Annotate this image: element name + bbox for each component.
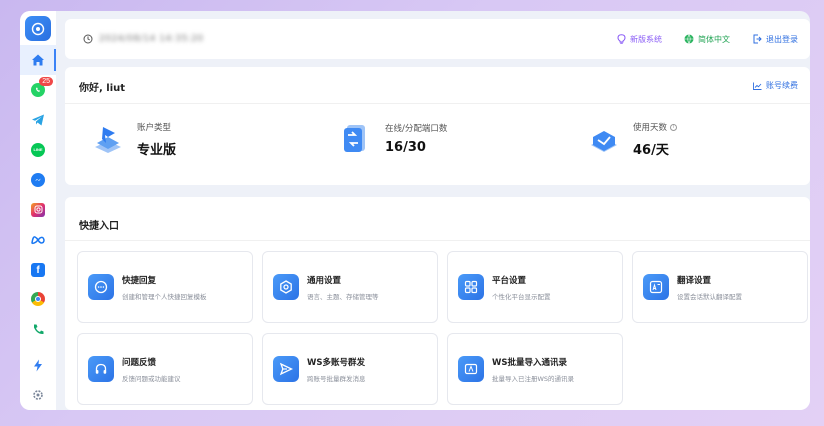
translate-icon — [643, 274, 669, 300]
phone-icon — [33, 324, 43, 334]
line-icon: LINE — [31, 142, 45, 157]
telegram-icon — [32, 114, 44, 126]
sidebar-item-line[interactable]: LINE — [20, 135, 56, 165]
new-system-label: 新版系统 — [630, 34, 662, 44]
card-title: 通用设置 — [307, 275, 342, 286]
sidebar-item-chrome[interactable] — [20, 284, 56, 314]
headphones-icon — [88, 356, 114, 382]
card-title: WS批量导入通讯录 — [492, 357, 567, 368]
sidebar-item-meta[interactable] — [20, 225, 56, 255]
current-time: 2024/08/14 14:35:20 — [99, 34, 204, 44]
card-desc: 批量导入已注册WS的通讯录 — [492, 374, 575, 383]
translate-settings-card[interactable]: 翻译设置 设置会话默认翻译配置 — [632, 251, 808, 323]
usage-days-icon — [591, 130, 617, 152]
general-settings-card[interactable]: 通用设置 语言、主题、存储管理等 — [262, 251, 438, 323]
card-desc: 创建和管理个人快捷回复模板 — [122, 292, 207, 301]
sidebar-item-instagram[interactable] — [20, 195, 56, 225]
stat-account-type: 账户类型 专业版 — [91, 121, 176, 158]
instagram-icon — [31, 202, 45, 217]
account-renew-link[interactable]: 账号续费 — [753, 80, 798, 91]
sidebar-item-messenger[interactable] — [20, 165, 56, 195]
card-desc: 反馈问题或功能建议 — [122, 374, 181, 383]
stat-label: 在线/分配端口数 — [385, 123, 448, 134]
facebook-icon: f — [31, 262, 45, 277]
sidebar-item-home[interactable] — [20, 44, 56, 75]
account-type-icon — [95, 126, 121, 153]
sidebar-item-phone[interactable] — [20, 314, 56, 344]
sidebar-item-settings[interactable] — [20, 380, 56, 410]
app-logo-icon[interactable] — [25, 16, 51, 42]
settings-hex-icon — [273, 274, 299, 300]
platform-settings-card[interactable]: 平台设置 个性化平台显示配置 — [447, 251, 623, 323]
meta-icon — [31, 235, 45, 244]
globe-icon — [684, 34, 694, 44]
stat-value: 16/30 — [385, 139, 426, 155]
card-desc: 设置会话默认翻译配置 — [677, 292, 742, 301]
bulb-icon — [617, 34, 626, 44]
stat-ports: 在线/分配端口数 16/30 — [339, 121, 447, 155]
info-icon[interactable]: i — [670, 123, 678, 131]
divider — [65, 240, 810, 241]
logout-label: 退出登录 — [766, 34, 798, 44]
account-renew-label: 账号续费 — [766, 81, 798, 90]
card-desc: 个性化平台显示配置 — [492, 292, 551, 301]
card-desc: 跨账号批量群发消息 — [307, 374, 366, 383]
card-title: WS多账号群发 — [307, 357, 365, 368]
home-icon — [32, 54, 44, 66]
card-title: 平台设置 — [492, 275, 527, 286]
divider — [65, 103, 810, 104]
account-overview-panel: 你好, liut 账号续费 账户类型 专业版 在线/分配端口数 16/30 使用… — [65, 67, 810, 185]
gear-icon — [33, 390, 43, 400]
sidebar: 25 LINE f — [20, 11, 56, 410]
sidebar-item-facebook[interactable]: f — [20, 255, 56, 285]
sidebar-item-quick[interactable] — [20, 350, 56, 380]
contacts-icon — [458, 356, 484, 382]
stat-value: 专业版 — [137, 143, 177, 158]
card-title: 翻译设置 — [677, 275, 712, 286]
quick-entry-panel: 快捷入口 快捷回复 创建和管理个人快捷回复模板 通用设置 语言、主题、存储管理等 — [65, 197, 810, 410]
quick-reply-card[interactable]: 快捷回复 创建和管理个人快捷回复模板 — [77, 251, 253, 323]
stat-usage-days: 使用天数 i 46/天 — [587, 121, 678, 158]
ws-mass-send-card[interactable]: WS多账号群发 跨账号批量群发消息 — [262, 333, 438, 405]
new-system-link[interactable]: 新版系统 — [617, 34, 662, 45]
language-switch[interactable]: 简体中文 — [684, 34, 730, 45]
card-title: 问题反馈 — [122, 357, 157, 368]
unread-badge: 25 — [39, 76, 53, 86]
top-bar: 2024/08/14 14:35:20 新版系统 简体中文 退出登录 — [65, 19, 810, 59]
send-icon — [273, 356, 299, 382]
grid-icon — [458, 274, 484, 300]
greeting-text: 你好, liut — [79, 83, 126, 94]
clock-display: 2024/08/14 14:35:20 — [83, 34, 204, 44]
feedback-card[interactable]: 问题反馈 反馈问题或功能建议 — [77, 333, 253, 405]
stat-label: 使用天数 i — [633, 121, 678, 133]
stat-label-text: 使用天数 — [633, 123, 668, 133]
quick-entry-title: 快捷入口 — [79, 221, 119, 232]
card-desc: 语言、主题、存储管理等 — [307, 292, 379, 301]
sidebar-item-telegram[interactable] — [20, 105, 56, 135]
messenger-icon — [31, 172, 45, 187]
ports-icon — [344, 125, 365, 152]
clock-icon — [83, 34, 93, 44]
lightning-icon — [34, 359, 42, 372]
language-label: 简体中文 — [698, 34, 730, 44]
ws-import-contacts-card[interactable]: WS批量导入通讯录 批量导入已注册WS的通讯录 — [447, 333, 623, 405]
chat-bubble-icon — [88, 274, 114, 300]
chrome-icon — [31, 292, 45, 307]
card-title: 快捷回复 — [122, 275, 157, 286]
app-window: 25 LINE f 2024/08/14 14:35:20 新版系统 简体中文 … — [20, 11, 810, 410]
stat-value: 46/天 — [633, 143, 669, 158]
chart-icon — [753, 82, 762, 90]
logout-button[interactable]: 退出登录 — [752, 34, 798, 45]
sidebar-item-whatsapp[interactable]: 25 — [20, 75, 56, 105]
logout-icon — [753, 34, 762, 44]
stat-label: 账户类型 — [137, 123, 172, 133]
